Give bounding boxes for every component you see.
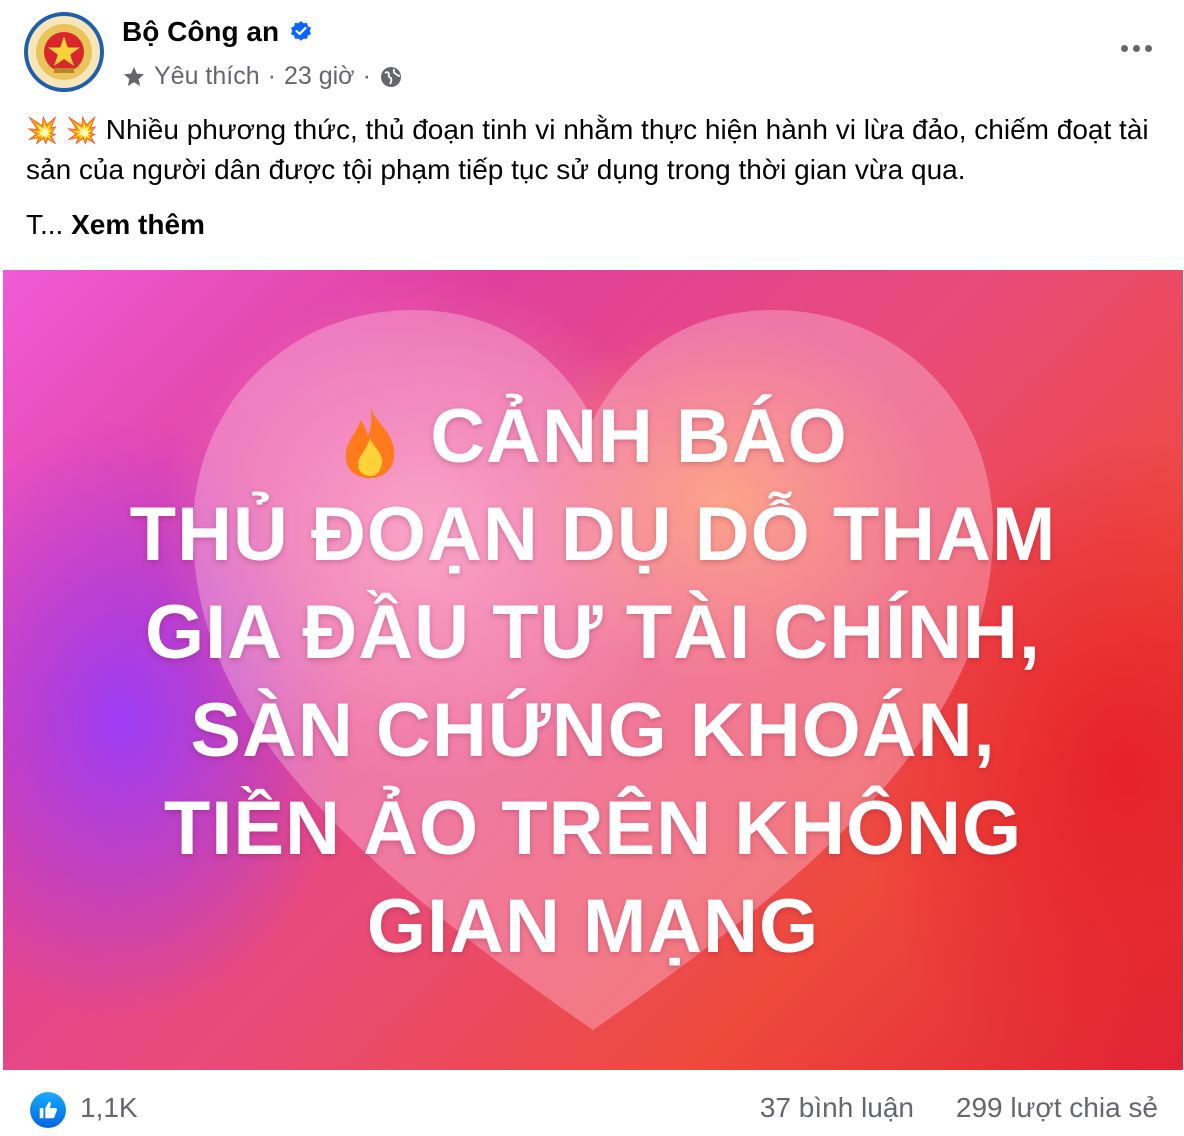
page-name[interactable]: Bộ Công an xyxy=(122,16,279,48)
post-header: Bộ Công an Yêu thích · 23 giờ · xyxy=(24,12,1160,92)
dot-icon xyxy=(1144,44,1152,52)
post-meta: Yêu thích · 23 giờ · xyxy=(122,62,403,91)
verified-badge-icon xyxy=(291,21,312,41)
facebook-post: Bộ Công an Yêu thích · 23 giờ · 💥 💥 Nhiề… xyxy=(0,0,1184,1136)
page-name-link[interactable]: Bộ Công an xyxy=(122,16,313,48)
police-emblem-icon xyxy=(36,24,92,80)
post-stats: 1,1K 37 bình luận 299 lượt chia sẻ xyxy=(0,1078,1184,1136)
dot-icon xyxy=(1120,44,1128,52)
favorite-label: Yêu thích xyxy=(154,62,260,90)
see-more-link[interactable]: Xem thêm xyxy=(71,209,205,240)
star-icon xyxy=(124,66,144,86)
fire-icon xyxy=(345,405,395,478)
share-count[interactable]: 299 lượt chia sẻ xyxy=(956,1092,1158,1124)
banner-line-5: TIỀN ẢO TRÊN KHÔNG xyxy=(163,786,1023,871)
banner-line-1: CẢNH BÁO xyxy=(3,388,1183,486)
dot-icon xyxy=(1132,44,1140,52)
post-image[interactable]: CẢNH BÁO THỦ ĐOẠN DỤ DỖ THAM GIA ĐẦU TƯ … xyxy=(3,270,1183,1070)
banner-line-6: GIAN MẠNG xyxy=(366,884,820,969)
see-more-line: T... Xem thêm xyxy=(26,205,205,245)
truncated-text: T... xyxy=(26,209,64,240)
meta-separator: · xyxy=(267,62,276,90)
collision-emoji: 💥 💥 xyxy=(26,115,98,145)
post-timestamp[interactable]: 23 giờ xyxy=(284,62,355,91)
banner-line-4: SÀN CHỨNG KHOÁN, xyxy=(190,688,996,773)
comment-count[interactable]: 37 bình luận xyxy=(760,1092,914,1124)
post-body-text: Nhiều phương thức, thủ đoạn tinh vi nhằm… xyxy=(26,114,1149,185)
like-reaction-icon[interactable] xyxy=(30,1092,66,1128)
globe-icon[interactable] xyxy=(379,65,403,89)
meta-separator-2: · xyxy=(362,62,371,90)
warning-banner: CẢNH BÁO THỦ ĐOẠN DỤ DỖ THAM GIA ĐẦU TƯ … xyxy=(3,388,1183,976)
like-count[interactable]: 1,1K xyxy=(80,1092,138,1124)
page-avatar[interactable] xyxy=(24,12,104,92)
thumbs-up-icon xyxy=(39,1101,57,1119)
post-text: 💥 💥 Nhiều phương thức, thủ đoạn tinh vi … xyxy=(26,110,1166,190)
more-options-button[interactable] xyxy=(1112,32,1160,64)
banner-title: CẢNH BÁO xyxy=(430,394,848,479)
banner-line-2: THỦ ĐOẠN DỤ DỖ THAM xyxy=(129,492,1057,577)
banner-line-3: GIA ĐẦU TƯ TÀI CHÍNH, xyxy=(144,590,1042,675)
